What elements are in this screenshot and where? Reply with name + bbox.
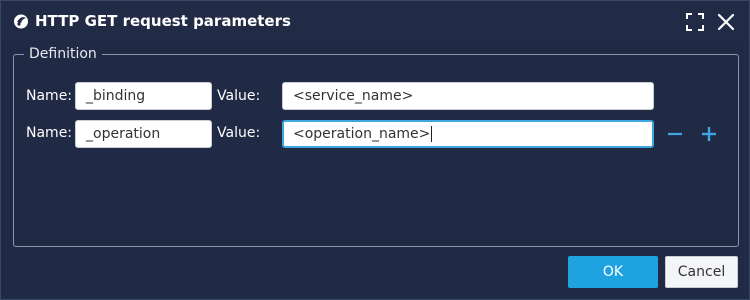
cancel-button[interactable]: Cancel [665,256,738,288]
name-input-operation[interactable]: _operation [75,120,212,148]
title-bar: HTTP GET request parameters [1,1,749,41]
app-logo-icon [14,14,28,29]
value-label: Value: [217,125,261,141]
name-label: Name: [26,125,73,141]
dialog-title: HTTP GET request parameters [35,12,291,30]
ok-button[interactable]: OK [568,256,658,288]
name-label: Name: [26,88,73,104]
plus-icon[interactable] [699,124,719,144]
name-input-binding[interactable]: _binding [75,82,212,110]
maximize-icon[interactable] [684,11,706,33]
http-get-parameters-dialog: HTTP GET request parameters Definition N… [0,0,750,300]
value-input-operation-name[interactable]: <operation_name> [282,120,654,148]
definition-legend: Definition [24,46,102,62]
minus-icon[interactable] [665,124,685,144]
close-icon[interactable] [715,11,737,33]
text-caret [431,126,433,142]
value-label: Value: [217,88,261,104]
value-input-service-name[interactable]: <service_name> [282,82,654,110]
value-input-text: <operation_name> [293,126,431,142]
